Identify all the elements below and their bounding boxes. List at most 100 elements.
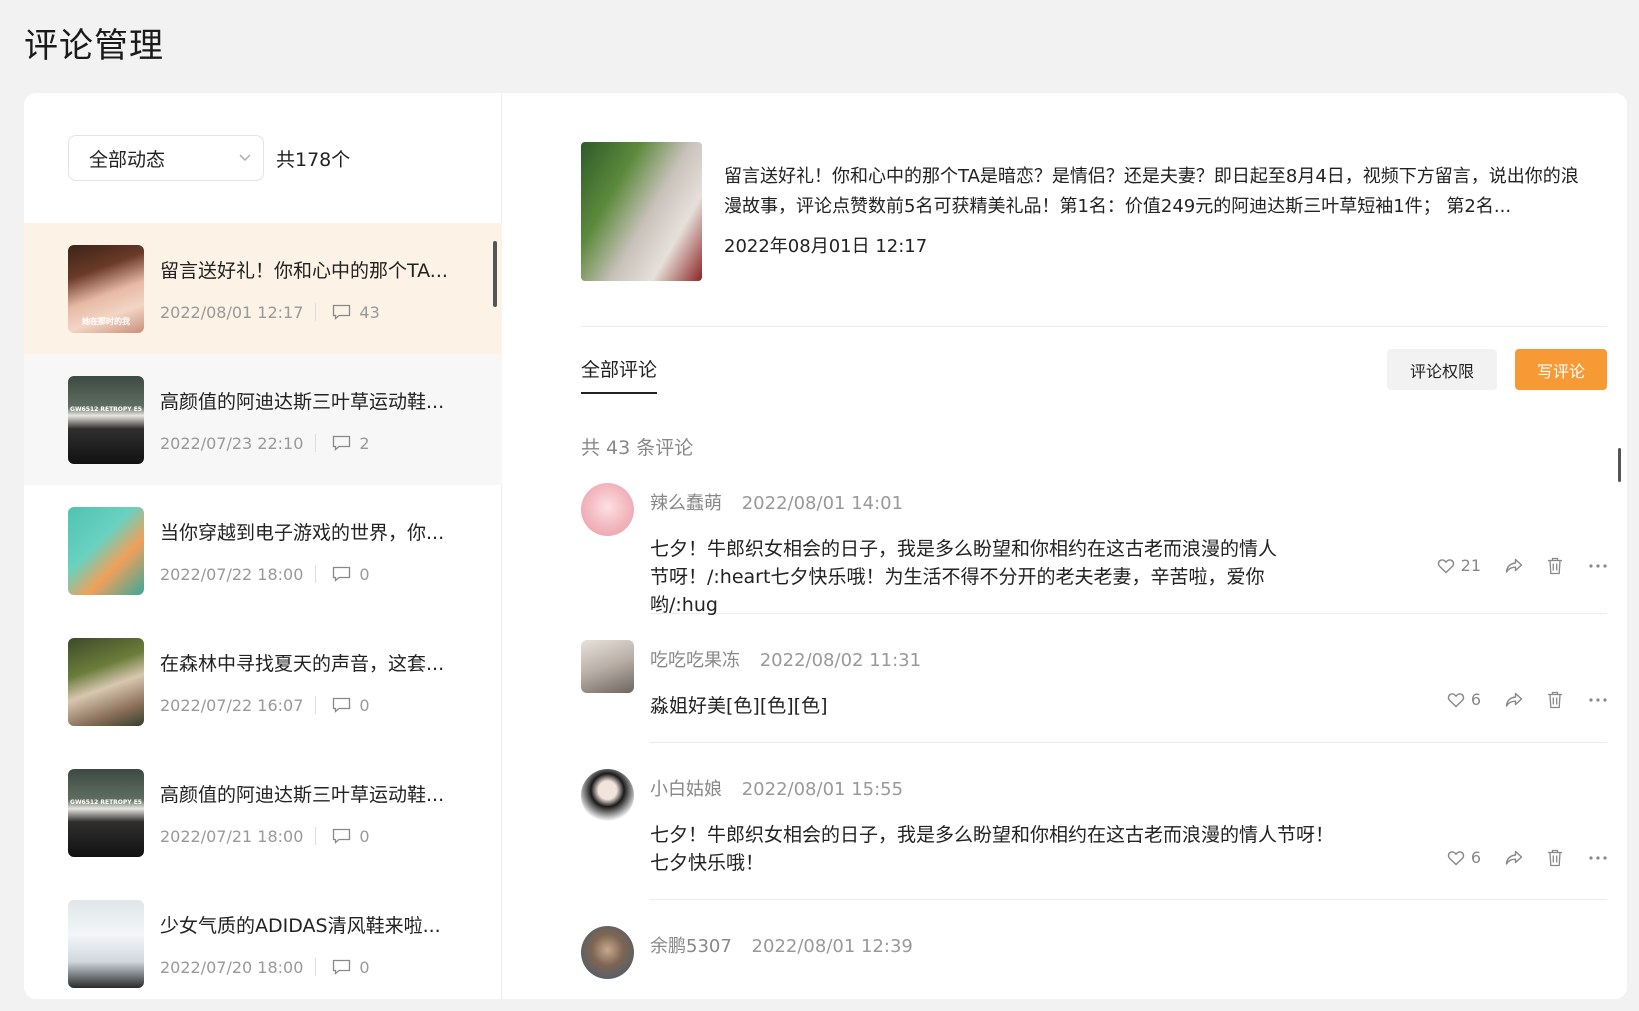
more-button[interactable] bbox=[1589, 563, 1607, 568]
comment-text: 七夕！牛郎织女相会的日子，我是多么盼望和你相约在这古老而浪漫的情人节呀！/:he… bbox=[650, 538, 1278, 616]
commenter-name[interactable]: 辣么蠢萌 bbox=[650, 493, 722, 514]
post-list-scrollbar[interactable] bbox=[493, 241, 497, 307]
comment-toolbar: 全部评论 评论权限 写评论 bbox=[581, 349, 1607, 399]
commenter-name[interactable]: 小白姑娘 bbox=[650, 779, 722, 800]
like-button[interactable]: 6 bbox=[1447, 690, 1481, 709]
heart-icon bbox=[1447, 692, 1465, 707]
post-date: 2022/07/22 18:00 bbox=[160, 564, 304, 584]
like-count: 6 bbox=[1470, 690, 1481, 709]
like-count: 21 bbox=[1460, 556, 1481, 575]
comment-item: 吃吃吃果冻 2022/08/02 11:31 淼姐好美[色][色][色] 6 bbox=[581, 640, 1607, 742]
post-item[interactable]: GW6512 RETROPY E5 高颜值的阿迪达斯三叶草运动鞋... 2022… bbox=[24, 354, 502, 485]
comment-item: 余鹏5307 2022/08/01 12:39 bbox=[581, 926, 1607, 986]
divider bbox=[581, 326, 1607, 327]
post-title: 当你穿越到电子游戏的世界，你... bbox=[160, 521, 445, 544]
comment-icon bbox=[333, 304, 351, 320]
post-list: 她在那时的我 留言送好礼！你和心中的那个TA... 2022/08/01 12:… bbox=[24, 223, 502, 999]
post-item[interactable]: 少女气质的ADIDAS清风鞋来啦... 2022/07/20 18:00 0 bbox=[24, 878, 502, 999]
divider bbox=[650, 899, 1607, 900]
more-icon bbox=[1589, 855, 1607, 860]
post-item[interactable]: 在森林中寻找夏天的声音，这套... 2022/07/22 16:07 0 bbox=[24, 616, 502, 747]
post-date: 2022/07/21 18:00 bbox=[160, 826, 304, 846]
like-button[interactable]: 21 bbox=[1437, 556, 1481, 575]
delete-button[interactable] bbox=[1547, 557, 1563, 575]
trash-icon bbox=[1548, 849, 1562, 866]
post-title: 高颜值的阿迪达斯三叶草运动鞋... bbox=[160, 390, 445, 413]
post-comment-count: 2 bbox=[359, 433, 370, 453]
trash-icon bbox=[1548, 557, 1562, 574]
post-comment-count: 0 bbox=[359, 957, 370, 977]
comment-time: 2022/08/01 14:01 bbox=[741, 493, 904, 514]
share-button[interactable] bbox=[1505, 558, 1523, 574]
comment-list: 辣么蠢萌 2022/08/01 14:01 七夕！牛郎织女相会的日子，我是多么盼… bbox=[581, 483, 1607, 986]
comment-total: 共 43 条评论 bbox=[581, 437, 694, 459]
share-button[interactable] bbox=[1505, 850, 1523, 866]
comment-list-scrollbar[interactable] bbox=[1618, 448, 1621, 482]
post-filter-select[interactable]: 全部动态 bbox=[68, 135, 264, 181]
divider bbox=[315, 958, 317, 976]
post-thumbnail: 她在那时的我 bbox=[68, 244, 144, 333]
divider bbox=[315, 827, 317, 845]
post-date: 2022/07/20 18:00 bbox=[160, 957, 304, 977]
tab-all-comments[interactable]: 全部评论 bbox=[581, 355, 658, 394]
heart-icon bbox=[1447, 850, 1465, 865]
post-title: 留言送好礼！你和心中的那个TA... bbox=[160, 259, 448, 282]
avatar[interactable] bbox=[581, 483, 634, 536]
comment-time: 2022/08/02 11:31 bbox=[759, 650, 922, 671]
post-item[interactable]: 她在那时的我 留言送好礼！你和心中的那个TA... 2022/08/01 12:… bbox=[24, 223, 502, 354]
comment-time: 2022/08/01 12:39 bbox=[751, 936, 913, 957]
delete-button[interactable] bbox=[1547, 691, 1563, 709]
comment-item: 辣么蠢萌 2022/08/01 14:01 七夕！牛郎织女相会的日子，我是多么盼… bbox=[581, 483, 1607, 616]
post-detail-date: 2022年08月01日 12:17 bbox=[724, 236, 928, 257]
divider bbox=[315, 303, 317, 321]
thumbnail-caption: GW6512 RETROPY E5 bbox=[70, 405, 142, 413]
comment-time: 2022/08/01 15:55 bbox=[741, 779, 904, 800]
filter-row: 全部动态 共178个 bbox=[68, 135, 350, 181]
comment-icon bbox=[333, 435, 351, 451]
post-item[interactable]: 当你穿越到电子游戏的世界，你... 2022/07/22 18:00 0 bbox=[24, 485, 502, 616]
post-title: 在森林中寻找夏天的声音，这套... bbox=[160, 652, 445, 675]
heart-icon bbox=[1437, 558, 1454, 573]
share-icon bbox=[1505, 692, 1523, 707]
post-title: 少女气质的ADIDAS清风鞋来啦... bbox=[160, 914, 441, 937]
like-count: 6 bbox=[1470, 848, 1481, 867]
commenter-name[interactable]: 吃吃吃果冻 bbox=[650, 650, 740, 671]
post-comment-count: 0 bbox=[359, 695, 370, 715]
more-icon bbox=[1589, 563, 1607, 568]
divider bbox=[315, 434, 317, 452]
post-thumbnail bbox=[68, 899, 144, 988]
share-button[interactable] bbox=[1505, 692, 1523, 708]
post-count: 共178个 bbox=[276, 148, 351, 171]
divider bbox=[315, 696, 317, 714]
more-icon bbox=[1589, 697, 1607, 702]
post-item[interactable]: GW6512 RETROPY E5 高颜值的阿迪达斯三叶草运动鞋... 2022… bbox=[24, 747, 502, 878]
post-list-panel: 全部动态 共178个 她在那时的我 留言送好礼！你和心中的那个TA... 202… bbox=[24, 93, 502, 999]
write-comment-button[interactable]: 写评论 bbox=[1515, 349, 1607, 390]
commenter-name[interactable]: 余鹏5307 bbox=[650, 936, 732, 957]
delete-button[interactable] bbox=[1547, 849, 1563, 867]
avatar[interactable] bbox=[581, 926, 634, 979]
avatar[interactable] bbox=[581, 640, 634, 693]
post-comment-count: 43 bbox=[359, 302, 380, 322]
chevron-down-icon bbox=[239, 151, 251, 165]
post-title: 高颜值的阿迪达斯三叶草运动鞋... bbox=[160, 783, 445, 806]
post-filter-value: 全部动态 bbox=[89, 148, 166, 171]
post-detail-thumbnail bbox=[581, 142, 702, 281]
post-comment-count: 0 bbox=[359, 564, 370, 584]
post-thumbnail bbox=[68, 506, 144, 595]
avatar[interactable] bbox=[581, 769, 634, 822]
post-date: 2022/08/01 12:17 bbox=[160, 302, 304, 322]
more-button[interactable] bbox=[1589, 697, 1607, 702]
share-icon bbox=[1505, 850, 1523, 865]
page-title: 评论管理 bbox=[24, 26, 164, 66]
post-thumbnail bbox=[68, 637, 144, 726]
comment-permission-button[interactable]: 评论权限 bbox=[1387, 349, 1497, 390]
post-thumbnail: GW6512 RETROPY E5 bbox=[68, 768, 144, 857]
more-button[interactable] bbox=[1589, 855, 1607, 860]
comment-icon bbox=[333, 566, 351, 582]
content-card: 全部动态 共178个 她在那时的我 留言送好礼！你和心中的那个TA... 202… bbox=[24, 93, 1627, 999]
divider bbox=[650, 742, 1607, 743]
post-thumbnail: GW6512 RETROPY E5 bbox=[68, 375, 144, 464]
like-button[interactable]: 6 bbox=[1447, 848, 1481, 867]
thumbnail-caption: GW6512 RETROPY E5 bbox=[70, 798, 142, 806]
